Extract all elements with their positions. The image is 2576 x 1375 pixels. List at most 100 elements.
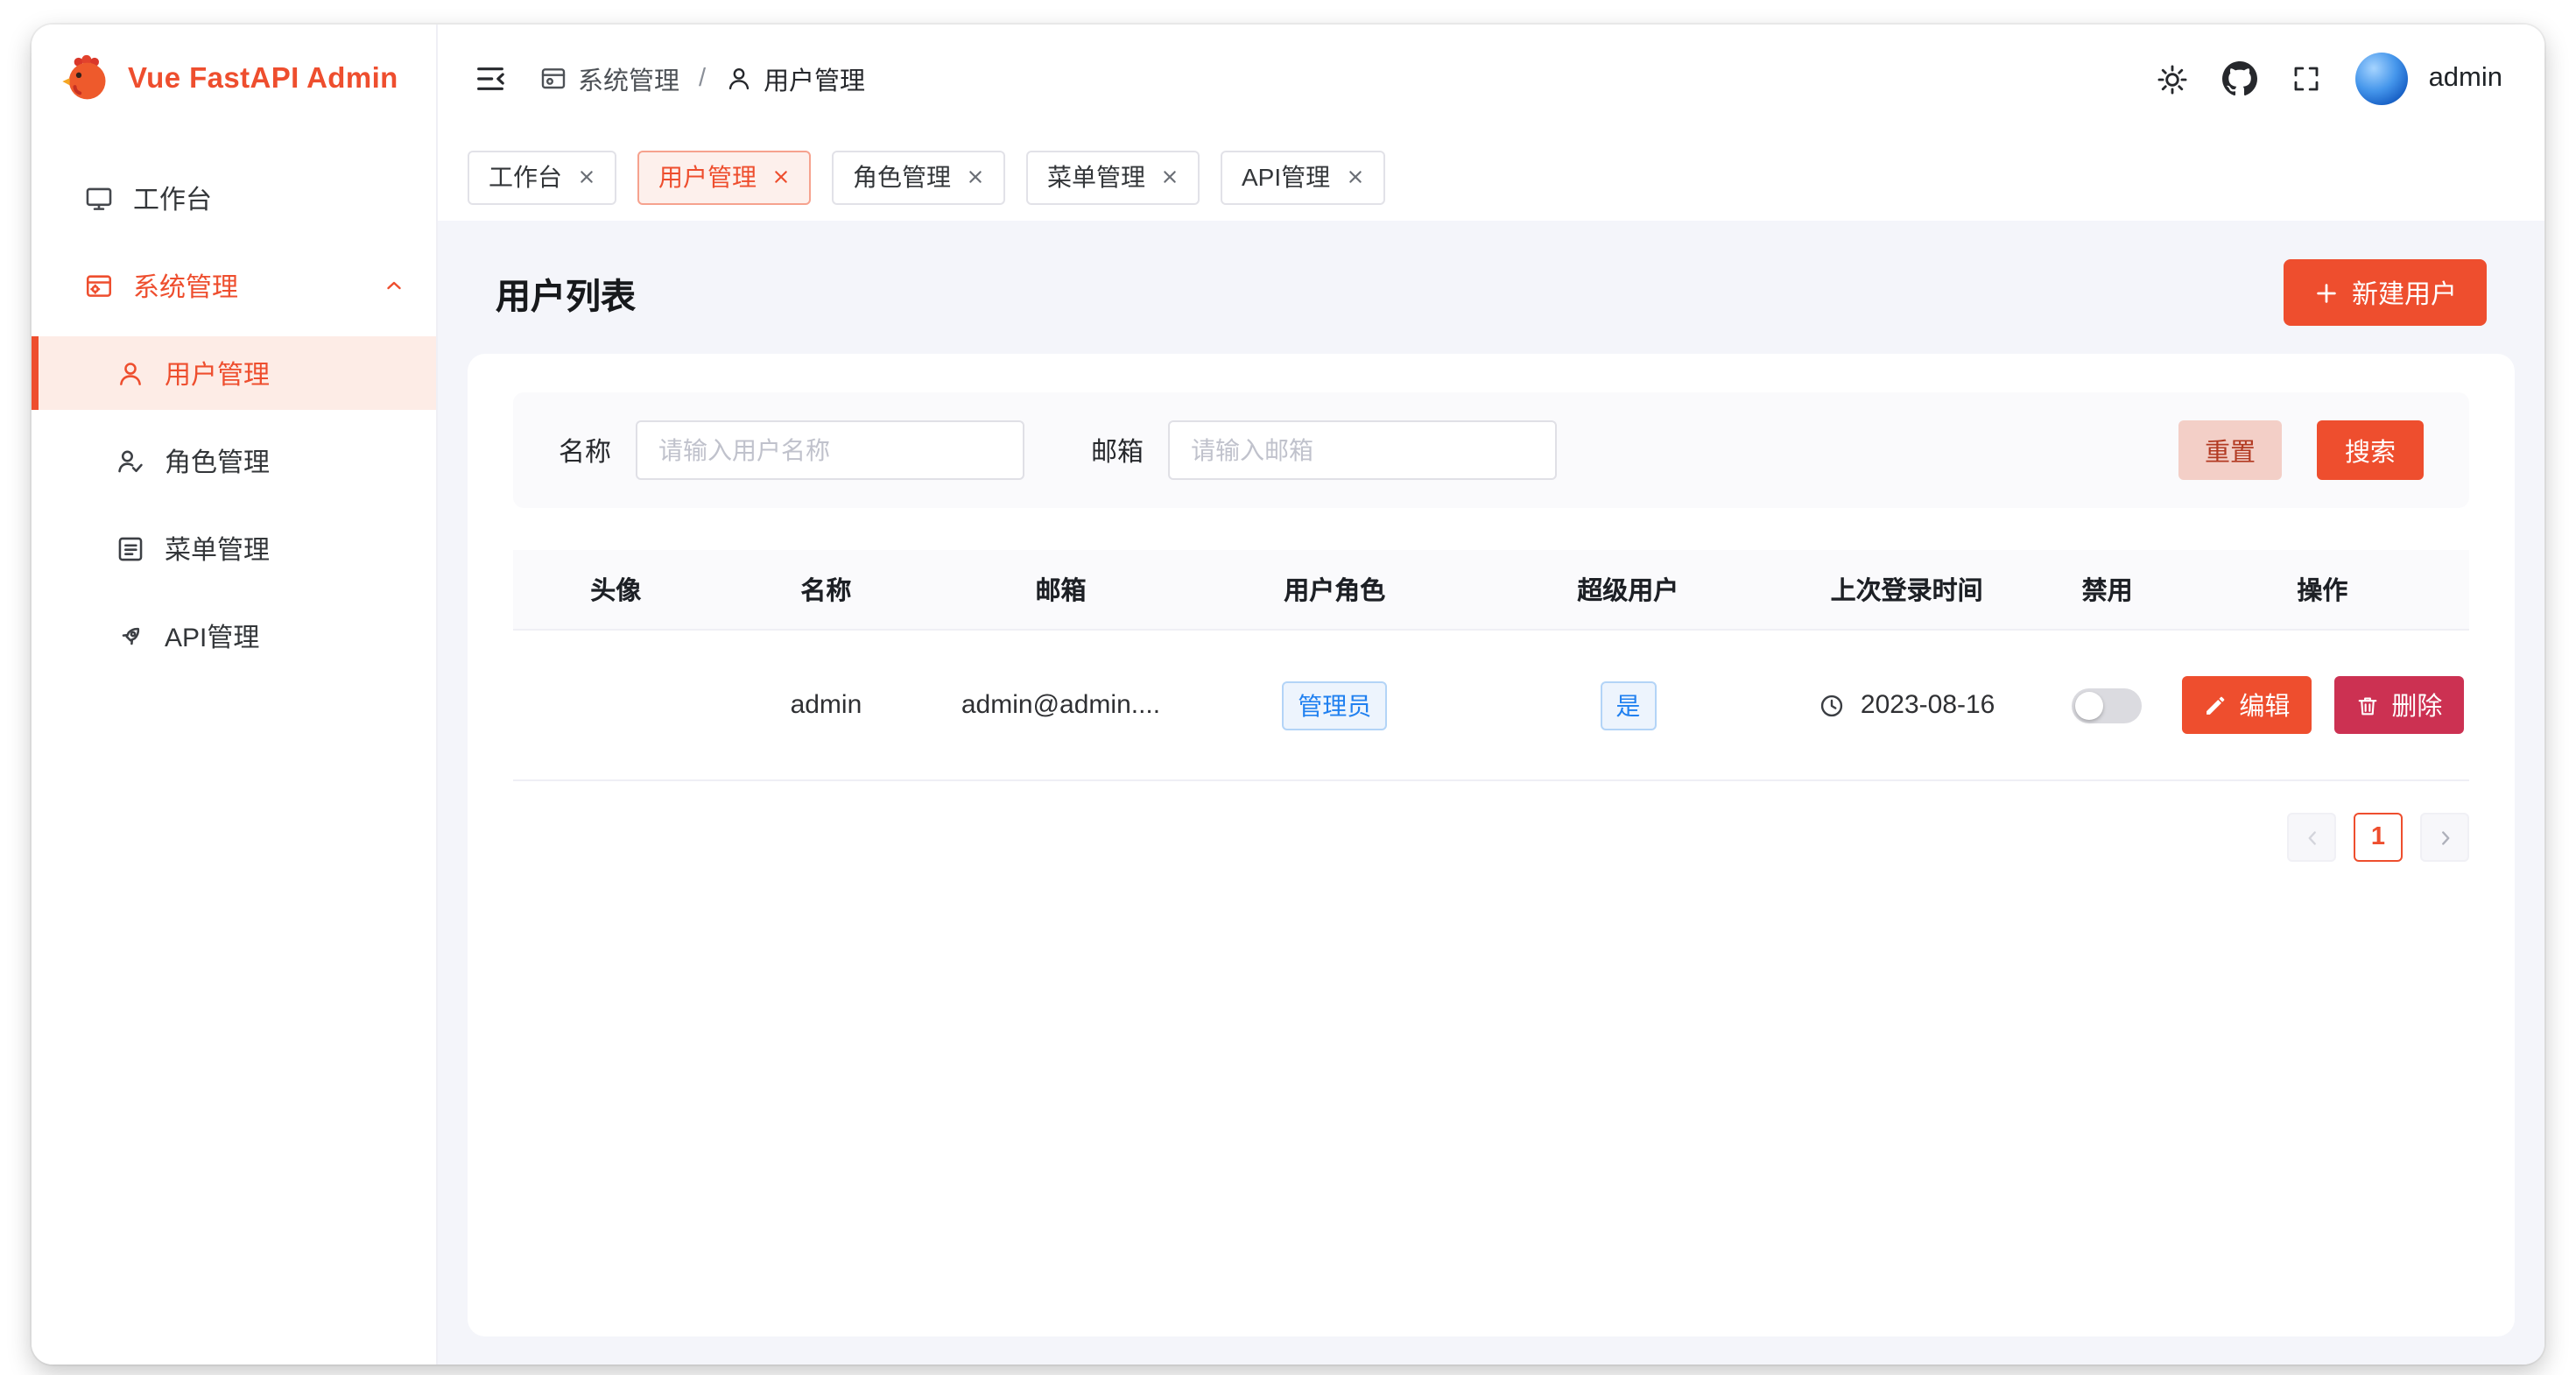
email-filter-label: 邮箱 xyxy=(1091,432,1144,469)
sidebar-item-roles[interactable]: 角色管理 xyxy=(32,424,436,497)
page-title: 用户列表 xyxy=(496,267,636,318)
close-icon[interactable] xyxy=(1161,168,1179,186)
next-page-button[interactable] xyxy=(2420,813,2469,862)
role-tag: 管理员 xyxy=(1282,680,1387,730)
system-window-gear-icon xyxy=(84,271,114,300)
system-submenu: 用户管理 角色管理 xyxy=(32,336,436,687)
last-login-value: 2023-08-16 xyxy=(1861,690,1995,720)
tab-label: 角色管理 xyxy=(853,159,951,194)
github-icon[interactable] xyxy=(2222,61,2257,96)
breadcrumb-separator: / xyxy=(697,65,707,93)
avatar[interactable] xyxy=(2355,53,2408,105)
close-icon[interactable] xyxy=(967,168,984,186)
name-filter-label: 名称 xyxy=(559,432,611,469)
top-header: 系统管理 / 用户管理 xyxy=(438,25,2544,133)
delete-button[interactable]: 删除 xyxy=(2333,676,2463,734)
column-header-disabled: 禁用 xyxy=(2038,550,2175,629)
tab-users[interactable]: 用户管理 xyxy=(637,150,811,204)
column-header-name: 名称 xyxy=(719,550,934,629)
cell-avatar xyxy=(513,631,719,779)
tab-bar: 工作台 用户管理 角色管理 xyxy=(438,133,2544,221)
table-row: admin admin@admin.... 管理员 是 xyxy=(513,631,2469,781)
user-check-icon xyxy=(116,446,145,476)
search-button[interactable]: 搜索 xyxy=(2317,420,2424,480)
fullscreen-icon[interactable] xyxy=(2291,63,2322,95)
column-header-superuser: 超级用户 xyxy=(1482,550,1775,629)
tab-label: 工作台 xyxy=(489,159,562,194)
tab-roles[interactable]: 角色管理 xyxy=(832,150,1005,204)
collapse-sidebar-icon[interactable] xyxy=(473,61,508,96)
sidebar-item-menus[interactable]: 菜单管理 xyxy=(32,511,436,585)
disabled-toggle[interactable] xyxy=(2073,688,2143,723)
cell-last-login: 2023-08-16 xyxy=(1775,631,2039,779)
cell-disabled xyxy=(2038,631,2175,779)
pagination: 1 xyxy=(513,813,2469,862)
rocket-icon xyxy=(116,621,145,651)
trash-icon xyxy=(2354,693,2379,717)
prev-page-button[interactable] xyxy=(2287,813,2336,862)
page-header: 用户列表 新建用户 xyxy=(468,242,2515,354)
cell-superuser: 是 xyxy=(1482,631,1775,779)
system-window-gear-icon xyxy=(539,65,567,93)
toggle-knob xyxy=(2076,691,2104,719)
app-logo[interactable]: Vue FastAPI Admin xyxy=(32,25,436,133)
sidebar-item-workbench[interactable]: 工作台 xyxy=(32,161,436,235)
pencil-icon xyxy=(2202,693,2227,717)
sidebar-menu: 工作台 系统管理 xyxy=(32,133,436,687)
username[interactable]: admin xyxy=(2429,63,2502,95)
rooster-logo-icon xyxy=(60,53,112,105)
sidebar-item-api[interactable]: API管理 xyxy=(32,599,436,673)
edit-button[interactable]: 编辑 xyxy=(2181,676,2311,734)
theme-toggle-sun-icon[interactable] xyxy=(2156,62,2189,95)
users-table: 头像 名称 邮箱 用户角色 超级用户 上次登录时间 禁用 操作 admin xyxy=(513,550,2469,781)
tab-label: 菜单管理 xyxy=(1047,159,1145,194)
breadcrumb-label: 用户管理 xyxy=(764,60,865,97)
monitor-icon xyxy=(84,183,114,213)
breadcrumb-label: 系统管理 xyxy=(578,60,679,97)
cell-actions: 编辑 删除 xyxy=(2176,631,2469,779)
delete-label: 删除 xyxy=(2391,687,2442,723)
cell-role: 管理员 xyxy=(1188,631,1482,779)
close-icon[interactable] xyxy=(772,168,790,186)
column-header-role: 用户角色 xyxy=(1188,550,1482,629)
tab-workbench[interactable]: 工作台 xyxy=(468,150,616,204)
sidebar-item-label: 菜单管理 xyxy=(165,530,270,567)
user-icon xyxy=(725,65,753,93)
tab-label: 用户管理 xyxy=(658,159,757,194)
sidebar-item-label: 系统管理 xyxy=(133,267,238,304)
history-clock-icon xyxy=(1819,691,1847,719)
breadcrumb: 系统管理 / 用户管理 xyxy=(539,60,865,97)
breadcrumb-system[interactable]: 系统管理 xyxy=(539,60,679,97)
close-icon[interactable] xyxy=(578,168,595,186)
close-icon[interactable] xyxy=(1346,168,1363,186)
app-window: Vue FastAPI Admin 工作台 xyxy=(0,0,2576,1375)
cell-name: admin xyxy=(719,631,934,779)
breadcrumb-users[interactable]: 用户管理 xyxy=(725,60,865,97)
tab-menus[interactable]: 菜单管理 xyxy=(1026,150,1200,204)
sidebar-item-users[interactable]: 用户管理 xyxy=(32,336,436,410)
reset-button[interactable]: 重置 xyxy=(2178,420,2282,480)
sidebar: Vue FastAPI Admin 工作台 xyxy=(32,25,438,1364)
name-filter-input[interactable] xyxy=(636,420,1024,480)
column-header-actions: 操作 xyxy=(2176,550,2469,629)
sidebar-item-label: API管理 xyxy=(165,617,259,654)
page-1-button[interactable]: 1 xyxy=(2354,813,2403,862)
email-filter-input[interactable] xyxy=(1168,420,1557,480)
superuser-tag: 是 xyxy=(1600,680,1656,730)
create-user-button[interactable]: 新建用户 xyxy=(2284,259,2487,326)
user-list-card: 名称 邮箱 重置 搜索 头像 名称 邮箱 用户角色 xyxy=(468,354,2515,1336)
tab-api[interactable]: API管理 xyxy=(1221,150,1384,204)
chevron-up-icon xyxy=(384,275,405,296)
list-box-icon xyxy=(116,533,145,563)
user-icon xyxy=(116,358,145,388)
sidebar-item-system[interactable]: 系统管理 xyxy=(32,249,436,322)
sidebar-item-label: 工作台 xyxy=(133,180,212,216)
table-header-row: 头像 名称 邮箱 用户角色 超级用户 上次登录时间 禁用 操作 xyxy=(513,550,2469,631)
column-header-email: 邮箱 xyxy=(933,550,1187,629)
create-user-label: 新建用户 xyxy=(2352,274,2457,311)
filter-bar: 名称 邮箱 重置 搜索 xyxy=(513,392,2469,508)
cell-email: admin@admin.... xyxy=(933,631,1187,779)
sidebar-item-label: 角色管理 xyxy=(165,442,270,479)
main-content: 用户列表 新建用户 名称 邮箱 重置 xyxy=(438,221,2544,1364)
app-frame: Vue FastAPI Admin 工作台 xyxy=(32,25,2544,1364)
